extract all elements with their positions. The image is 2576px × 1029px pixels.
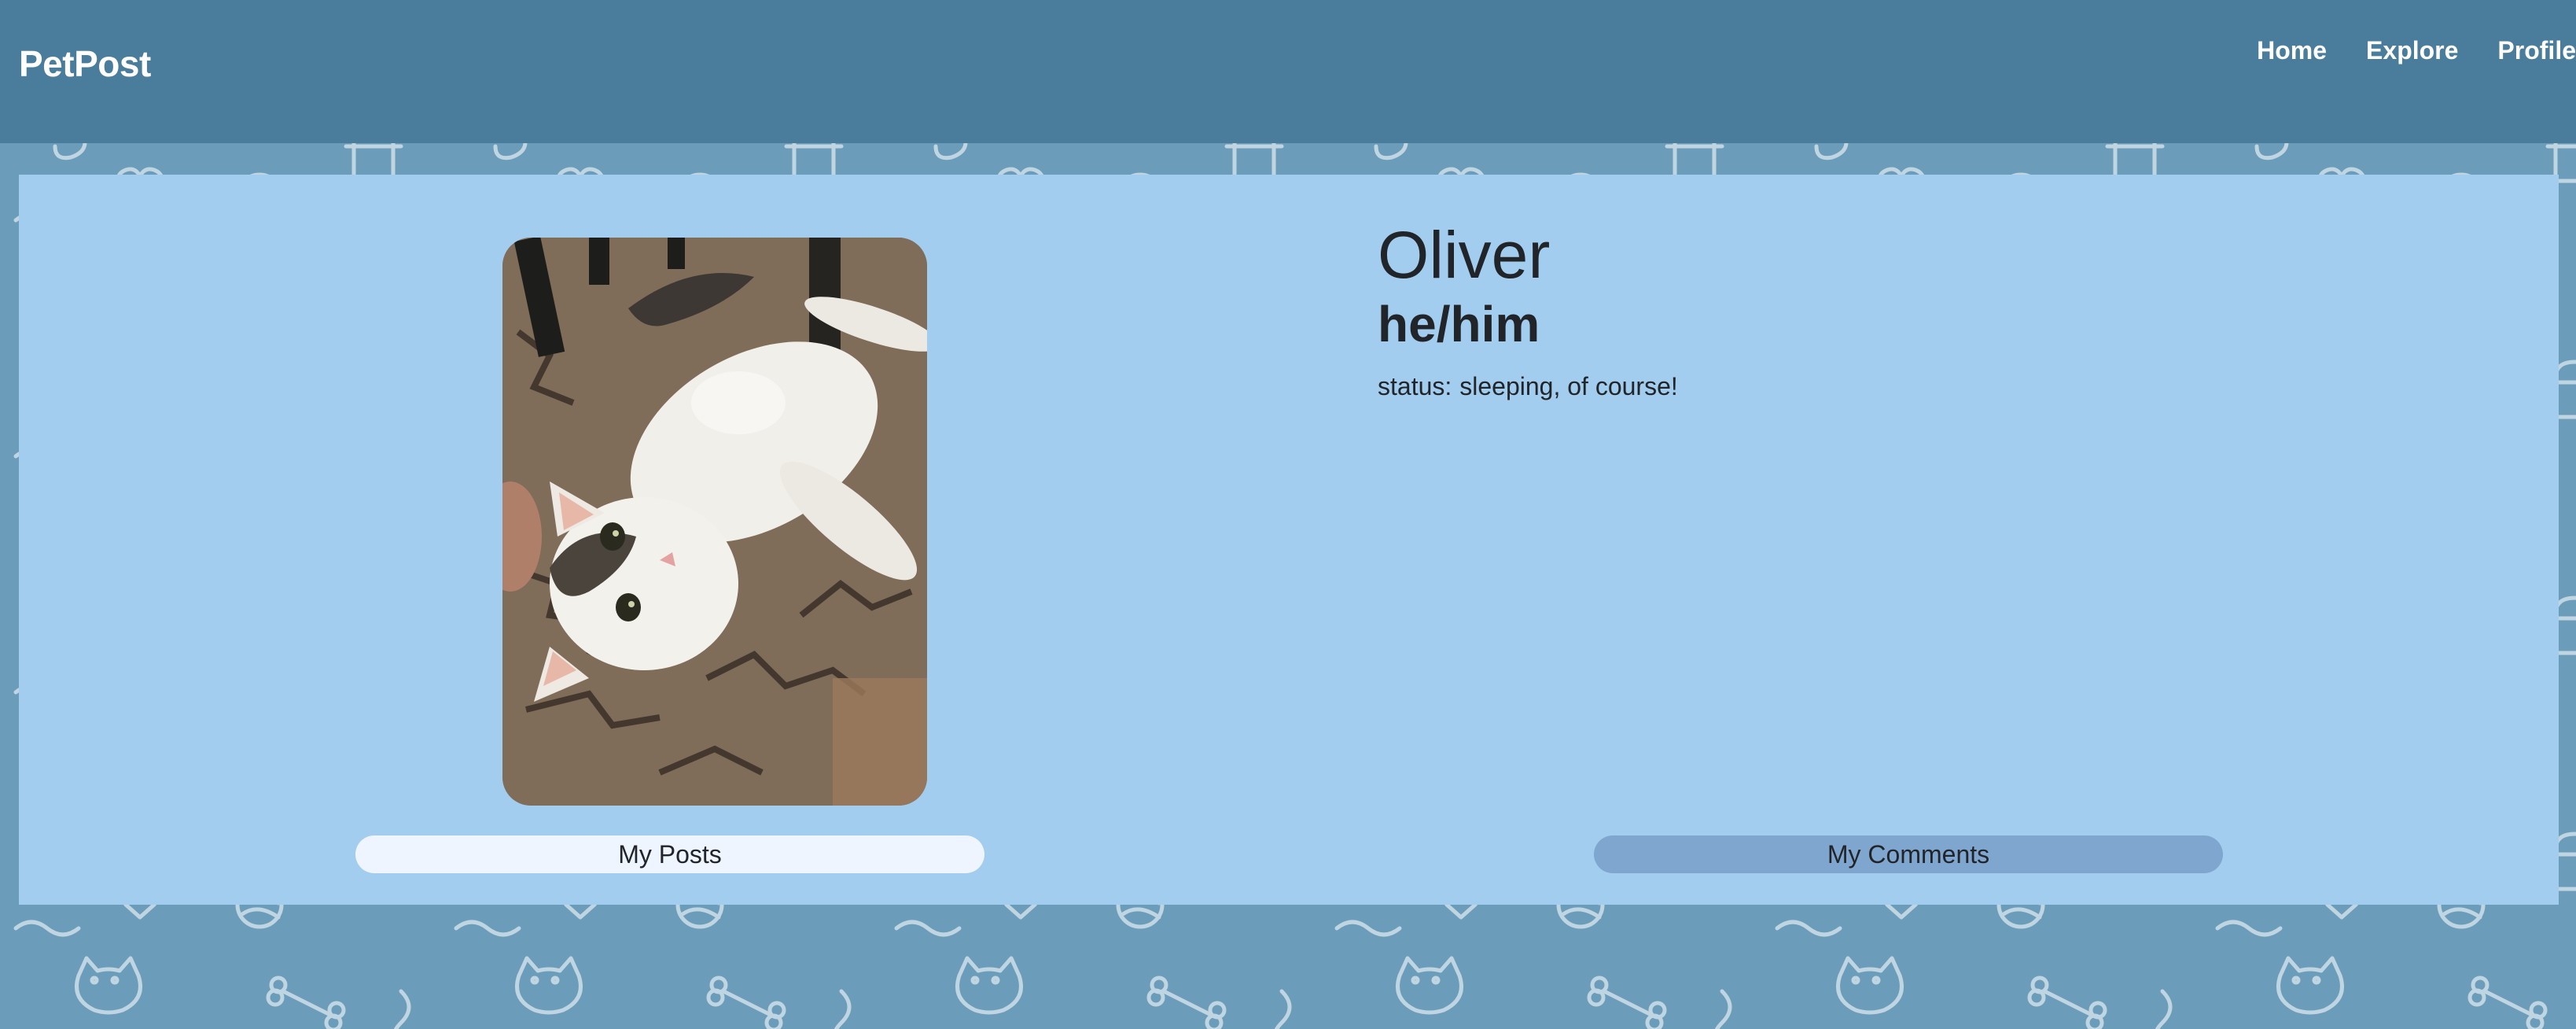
my-posts-button[interactable]: My Posts — [355, 835, 984, 873]
nav-links: Home Explore Profile — [2217, 36, 2576, 65]
cat-photo-illustration — [502, 238, 927, 806]
pet-pronouns: he/him — [1378, 296, 1540, 352]
brand-logo[interactable]: PetPost — [19, 42, 151, 85]
pet-name: Oliver — [1378, 218, 1551, 292]
profile-photo — [502, 238, 927, 806]
nav-home-link[interactable]: Home — [2257, 36, 2327, 65]
navbar: PetPost Home Explore Profile — [0, 0, 2576, 143]
nav-profile-link[interactable]: Profile — [2497, 36, 2576, 65]
status-label: status: — [1378, 372, 1452, 400]
my-comments-button[interactable]: My Comments — [1594, 835, 2223, 873]
status-text: sleeping, of course! — [1459, 372, 1678, 400]
nav-explore-link[interactable]: Explore — [2366, 36, 2458, 65]
profile-card: Oliver he/him status: sleeping, of course… — [19, 175, 2559, 905]
pet-status: status: sleeping, of course! — [1378, 371, 1686, 401]
